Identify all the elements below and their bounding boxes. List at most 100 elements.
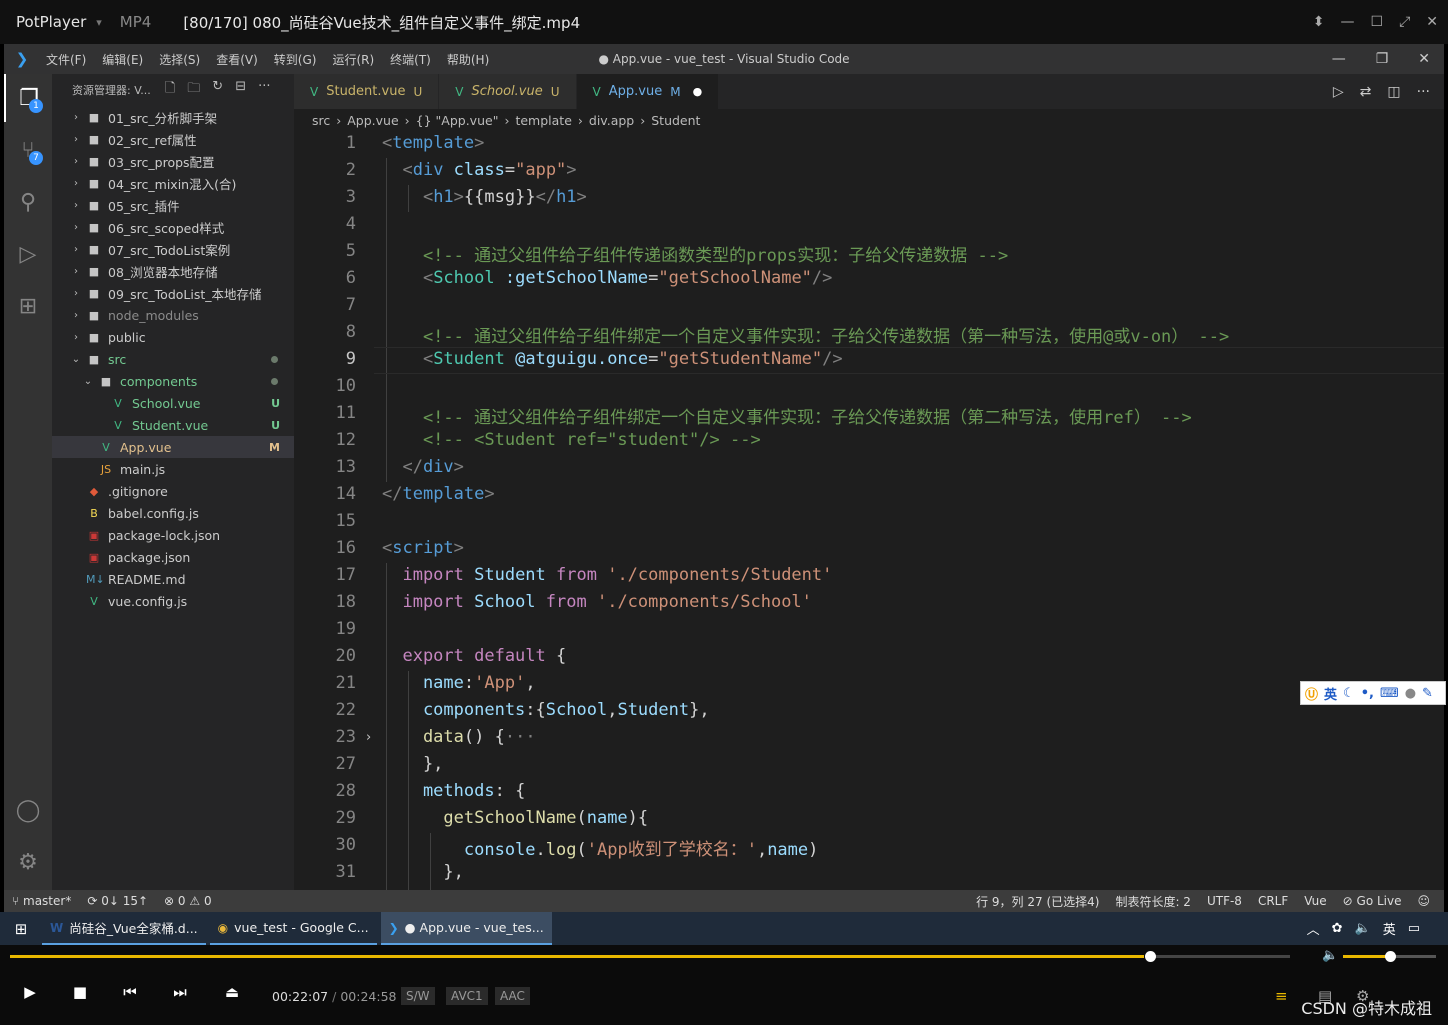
encoding[interactable]: UTF-8 (1199, 894, 1250, 908)
volume-bar-level[interactable] (1343, 955, 1390, 958)
chevron-right-icon[interactable]: › (70, 332, 82, 343)
tree-item[interactable]: › ■ 08_浏览器本地存储 (52, 260, 294, 282)
cursor-position[interactable]: 行 9，列 27 (已选择4) (968, 893, 1107, 910)
ime-mode[interactable]: 英 (1324, 684, 1337, 703)
video-codec-chip[interactable]: AVC1 (446, 987, 488, 1005)
code-line[interactable]: console.log('App收到了学校名：',name) (382, 835, 819, 860)
menu-item[interactable]: 帮助(H) (447, 51, 489, 68)
code-line[interactable]: <h1>{{msg}}</h1> (382, 187, 587, 207)
collapse-all-icon[interactable]: ⊟ (235, 79, 246, 101)
breadcrumb-item[interactable]: {} "App.vue" (416, 113, 499, 128)
breadcrumb-item[interactable]: template (515, 113, 571, 128)
seek-bar-progress[interactable] (10, 955, 1145, 958)
tree-item[interactable]: › ■ 05_src_插件 (52, 194, 294, 216)
code-line[interactable]: getSchoolName(name){ (382, 808, 648, 828)
seek-bar-remaining[interactable] (1150, 955, 1290, 958)
close-button[interactable]: ✕ (1418, 51, 1430, 67)
new-file-icon[interactable]: 🗋 (165, 79, 175, 101)
tree-item[interactable]: JS main.js (52, 458, 294, 480)
code-line[interactable]: }, (382, 862, 463, 882)
refresh-icon[interactable]: ↻ (212, 79, 223, 101)
chevron-right-icon[interactable]: › (70, 156, 82, 167)
extensions-icon[interactable]: ⊞ (4, 282, 52, 330)
maximize-button[interactable]: ☐ (1371, 14, 1384, 30)
moon-icon[interactable]: ☾ (1343, 686, 1355, 701)
windows-start-icon[interactable]: ⊞ (0, 920, 42, 938)
fold-chevron-icon[interactable]: › (366, 730, 371, 745)
chevron-right-icon[interactable]: › (70, 112, 82, 123)
unsaved-dot-icon[interactable]: ● (693, 85, 703, 98)
code-editor[interactable]: 1 <template> 2 <div class="app"> 3 <h1>{{ms… (294, 131, 1444, 890)
tree-item[interactable]: › ■ 01_src_分析脚手架 (52, 106, 294, 128)
taskbar-app-button[interactable]: ❯ ● App.vue - vue_tes... (380, 912, 552, 945)
tree-item[interactable]: V Student.vue U (52, 414, 294, 436)
taskbar-app-button[interactable]: W 尚硅谷_Vue全家桶.d... (42, 912, 206, 945)
playlist-icon[interactable]: ≡ (1275, 987, 1288, 1005)
tree-item[interactable]: Vvue.config.js (52, 590, 294, 612)
explorer-icon[interactable]: ❐ 1 (4, 74, 52, 122)
play-button[interactable]: ▶ (16, 983, 44, 1007)
code-line[interactable]: <Student @atguigu.once="getStudentName"/… (382, 349, 843, 369)
pin-icon[interactable]: ⬍ (1313, 14, 1325, 30)
more-icon[interactable]: ··· (1417, 84, 1430, 100)
code-line[interactable]: <!-- 通过父组件给子组件传递函数类型的props实现：子给父传递数据 --> (382, 241, 1008, 266)
menu-item[interactable]: 终端(T) (390, 51, 431, 68)
menu-item[interactable]: 文件(F) (46, 51, 86, 68)
code-line[interactable]: <template> (382, 133, 484, 153)
chevron-right-icon[interactable]: › (70, 310, 82, 321)
tree-item[interactable]: › ■ 03_src_props配置 (52, 150, 294, 172)
tree-item[interactable]: › ■ public (52, 326, 294, 348)
tab-school-vue[interactable]: V School.vue U (439, 74, 577, 109)
next-button[interactable]: ⏭ (166, 983, 194, 1007)
breadcrumb-item[interactable]: App.vue (347, 113, 398, 128)
gear-icon[interactable]: ⚙ (4, 838, 52, 886)
problems-status[interactable]: ⊗ 0 ⚠ 0 (156, 894, 220, 908)
code-line[interactable]: name:'App', (382, 673, 536, 693)
tray-lang[interactable]: 英 (1383, 919, 1396, 938)
code-line[interactable]: <script> (382, 538, 464, 558)
eject-button[interactable]: ⏏ (218, 983, 246, 1007)
keyboard-icon[interactable]: ⌨ (1380, 686, 1399, 701)
code-line[interactable]: <!-- 通过父组件给子组件绑定一个自定义事件实现：子给父传递数据（第二种写法，… (382, 403, 1192, 428)
code-line[interactable]: data() {··· (382, 727, 536, 747)
source-control-icon[interactable]: ⑂ 7 (4, 126, 52, 174)
menu-item[interactable]: 编辑(E) (102, 51, 143, 68)
tree-item[interactable]: ▣ package-lock.json (52, 524, 294, 546)
code-line[interactable]: import Student from './components/Studen… (382, 565, 832, 585)
sw-chip[interactable]: S/W (401, 987, 435, 1005)
breadcrumb-item[interactable]: Student (651, 113, 700, 128)
chevron-right-icon[interactable]: › (70, 134, 82, 145)
chevron-right-icon[interactable]: › (70, 200, 82, 211)
speaker-icon[interactable]: 🔈 (1322, 948, 1338, 963)
seek-handle[interactable] (1145, 951, 1156, 962)
menu-item[interactable]: 查看(V) (216, 51, 258, 68)
audio-codec-chip[interactable]: AAC (495, 987, 530, 1005)
menu-item[interactable]: 选择(S) (159, 51, 200, 68)
punct-icon[interactable]: •, (1361, 686, 1374, 701)
fullscreen-button[interactable]: ⤢ (1399, 14, 1410, 30)
tree-item[interactable]: ◆ .gitignore (52, 480, 294, 502)
tree-item[interactable]: M↓ README.md (52, 568, 294, 590)
branch-status[interactable]: ⑂ master* (4, 894, 79, 908)
compare-icon[interactable]: ⇄ (1360, 84, 1372, 100)
code-line[interactable]: </template> (382, 484, 495, 504)
volume-handle[interactable] (1385, 951, 1396, 962)
tab-student-vue[interactable]: V Student.vue U (294, 74, 440, 109)
chevron-right-icon[interactable]: › (70, 222, 82, 233)
breadcrumb-item[interactable]: div.app (589, 113, 634, 128)
more-icon[interactable]: ··· (258, 79, 270, 101)
new-folder-icon[interactable]: 🗀 (187, 79, 200, 101)
menu-item[interactable]: 运行(R) (332, 51, 374, 68)
notification-icon[interactable]: ▭ (1408, 921, 1420, 936)
chevron-right-icon[interactable]: › (70, 178, 82, 189)
tree-item[interactable]: V App.vue M (52, 436, 294, 458)
code-line[interactable]: <div class="app"> (382, 160, 576, 180)
restore-button[interactable]: ❐ (1376, 51, 1389, 67)
tree-item[interactable]: › ■ 04_src_mixin混入(合) (52, 172, 294, 194)
chevron-right-icon[interactable]: › (70, 244, 82, 255)
code-line[interactable]: </div> (382, 457, 463, 477)
code-line[interactable]: <!-- <Student ref="student"/> --> (382, 430, 761, 450)
language-mode[interactable]: Vue (1296, 894, 1334, 908)
run-icon[interactable]: ▷ (1333, 84, 1344, 100)
close-button[interactable]: ✕ (1426, 14, 1438, 30)
